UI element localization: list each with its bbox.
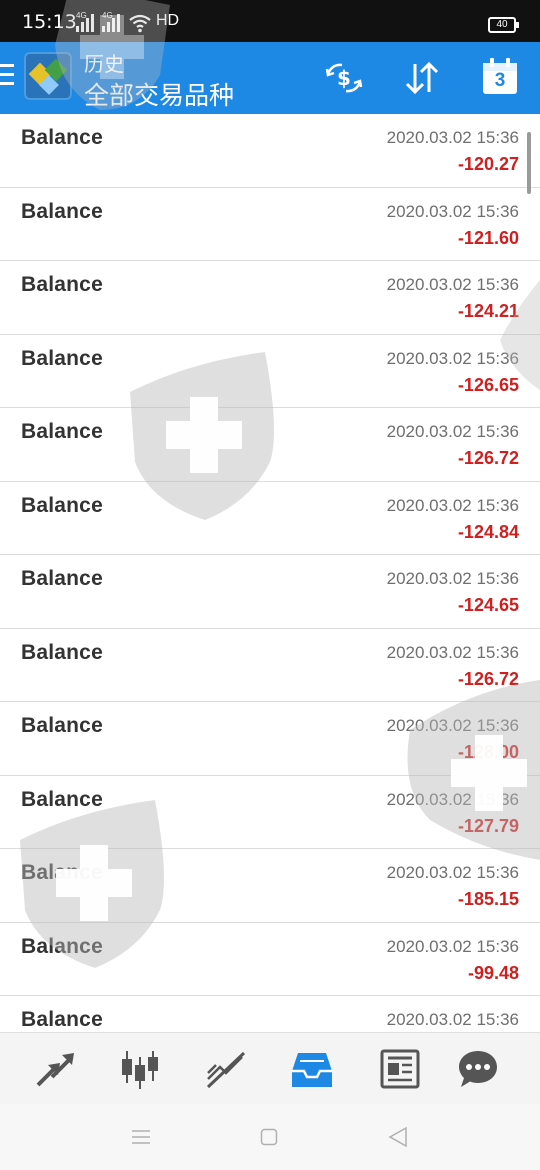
deal-amount: -99.48 [467,962,519,983]
home-icon[interactable] [260,1128,278,1146]
deal-type-label: Balance [21,493,103,517]
deal-time: 2020.03.02 15:36 [386,495,519,515]
status-bar: 15:13 4G 4G HD 40 [0,0,540,42]
list-item[interactable]: Balance 2020.03.02 15:36 -126.65 [0,335,540,408]
deal-type-label: Balance [21,1008,103,1031]
deal-type-label: Balance [21,126,103,149]
back-icon[interactable] [388,1126,408,1148]
deal-type-label: Balance [21,420,103,443]
deal-type-label: Balance [21,346,103,370]
deal-time: 2020.03.02 15:36 [386,642,519,662]
battery-icon: 40 [488,17,519,33]
recent-apps-icon[interactable] [131,1127,151,1147]
signal-icon [76,12,94,32]
deal-time: 2020.03.02 15:36 [386,422,519,441]
app-logo [24,52,72,100]
deal-type-label: Balance [21,934,103,958]
list-item[interactable]: Balance 2020.03.02 15:36 -120.27 [0,114,540,188]
trade-icon[interactable] [204,1047,248,1091]
deal-amount: -120.27 [457,154,519,174]
history-list[interactable]: Balance 2020.03.02 15:36 -120.27 Balance 202… [0,114,540,1032]
page-title: 历史 [84,52,124,76]
list-item[interactable]: Balance 2020.03.02 15:36 -99.48 [0,923,540,996]
svg-text:$: $ [337,66,351,90]
deal-time: 2020.03.02 15:36 [386,201,519,221]
bottom-navigation [0,1032,540,1104]
wifi-icon [129,14,151,33]
deal-type-label: Balance [21,199,103,223]
chat-icon[interactable] [456,1047,500,1091]
quotes-icon[interactable] [34,1047,78,1091]
deal-amount: -124.65 [457,595,519,615]
scrollbar[interactable] [527,132,531,194]
deal-time: 2020.03.02 15:36 [386,863,519,882]
deal-amount: -124.84 [457,521,519,542]
currency-exchange-icon[interactable]: $ [324,58,364,98]
system-navigation-bar [0,1104,540,1170]
sort-icon[interactable] [402,58,442,98]
list-item[interactable]: Balance 2020.03.02 15:36 -185.15 [0,849,540,923]
menu-icon[interactable] [0,64,16,86]
deal-time: 2020.03.02 15:36 [386,569,519,588]
deal-amount: -121.60 [457,227,519,248]
list-item[interactable]: Balance 2020.03.02 15:36 -126.72 [0,629,540,702]
history-icon[interactable] [290,1047,334,1091]
hd-label: HD [156,12,180,29]
deal-type-label: Balance [21,861,103,884]
deal-type-label: Balance [21,567,103,590]
news-icon[interactable] [378,1047,422,1091]
list-item[interactable]: Balance 2020.03.02 15:36 -124.21 [0,261,540,335]
list-item[interactable]: Balance 2020.03.02 15:36 -124.84 [0,482,540,555]
symbol-filter[interactable]: 全部交易品种 [84,76,234,112]
deal-amount: -124.21 [457,301,519,321]
deal-amount: -127.79 [457,815,519,836]
status-time: 15:13 [22,11,77,33]
deal-amount: -185.15 [457,889,519,909]
deal-time: 2020.03.02 15:36 [386,348,519,368]
deal-amount: -126.65 [457,374,519,395]
deal-time: 2020.03.02 15:36 [386,936,519,956]
app-bar: 历史 全部交易品种 $ 3 [0,42,540,114]
signal-icon-2 [102,12,120,32]
deal-time: 2020.03.02 15:36 [386,1010,519,1029]
deal-time: 2020.03.02 15:36 [386,128,519,147]
deal-time: 2020.03.02 15:36 [386,716,519,735]
deal-amount: -128.00 [457,742,519,762]
list-item[interactable]: Balance 2020.03.02 15:36 -121.60 [0,188,540,261]
deal-amount: -126.72 [457,668,519,689]
deal-amount: -126.72 [457,448,519,468]
list-item[interactable]: Balance 2020.03.02 15:36 -124.65 [0,555,540,629]
list-item[interactable]: Balance 2020.03.02 15:36 -128.00 [0,702,540,776]
deal-time: 2020.03.02 15:36 [386,789,519,809]
chart-icon[interactable] [118,1047,162,1091]
calendar-day: 3 [494,70,506,91]
list-item[interactable]: Balance 2020.03.02 15:36 -127.79 [0,776,540,849]
deal-time: 2020.03.02 15:36 [386,275,519,294]
deal-type-label: Balance [21,640,103,664]
deal-type-label: Balance [21,714,103,737]
list-item[interactable]: Balance 2020.03.02 15:36 -126.72 [0,408,540,482]
list-item[interactable]: Balance 2020.03.02 15:36 [0,996,540,1032]
battery-level: 40 [496,19,508,30]
deal-type-label: Balance [21,787,103,811]
deal-type-label: Balance [21,273,103,296]
